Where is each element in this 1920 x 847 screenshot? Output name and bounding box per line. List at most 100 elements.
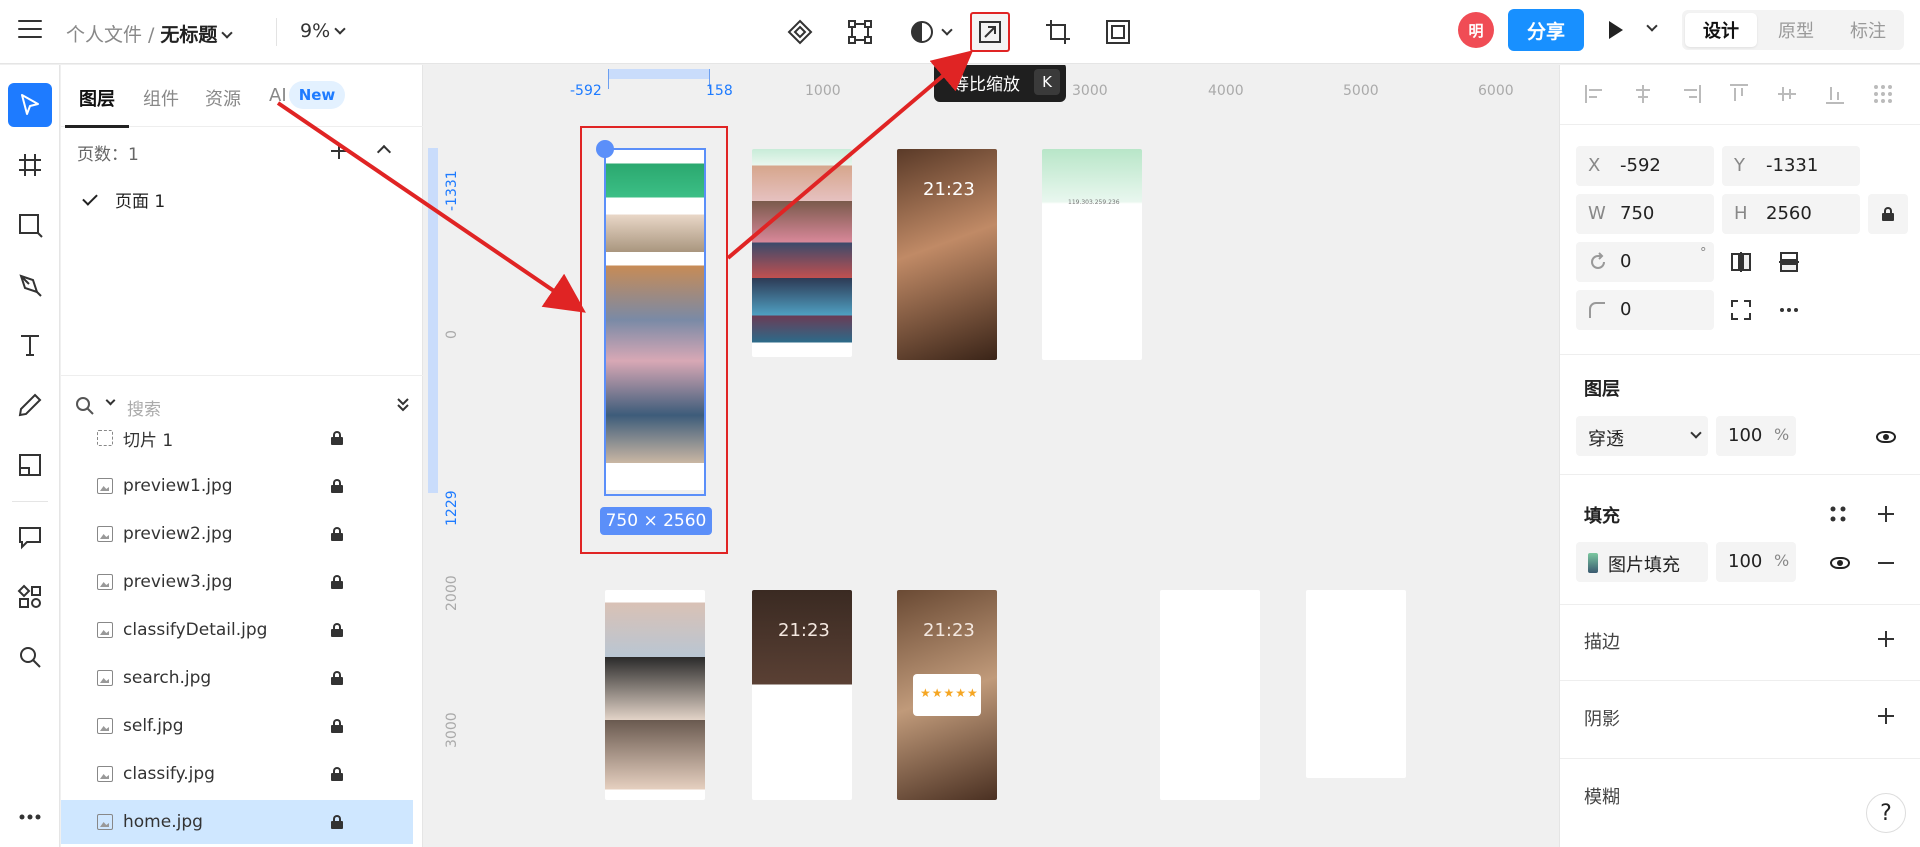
tab-design[interactable]: 设计 [1685, 13, 1757, 47]
layers-panel: 图层 组件 资源 AI New 页数：1 页面 1 搜索 切片 1 previe… [61, 65, 423, 847]
search-tool[interactable] [8, 635, 52, 679]
pen-tool[interactable] [8, 263, 52, 307]
classify-thumbnail[interactable] [752, 149, 852, 357]
pencil-tool[interactable] [8, 383, 52, 427]
frame-rail-tool[interactable] [8, 143, 52, 187]
classifyDetail-thumbnail[interactable] [605, 590, 705, 800]
constrain-proportions-button[interactable] [1868, 194, 1908, 234]
plugins-tool[interactable] [8, 575, 52, 619]
lock-icon[interactable] [331, 623, 343, 637]
chevron-up-icon[interactable] [376, 144, 392, 160]
remove-fill-icon[interactable] [1878, 562, 1894, 564]
preview-play-button[interactable] [1606, 19, 1660, 43]
rotate-icon [1591, 252, 1605, 269]
corner-radius-field[interactable]: 0 [1576, 290, 1714, 330]
select-tool[interactable] [8, 83, 52, 127]
tab-assets[interactable]: 资源 [205, 85, 241, 111]
scale-tool-button[interactable] [970, 12, 1010, 52]
layer-name: classifyDetail.jpg [123, 620, 268, 640]
more-dots-icon[interactable] [1778, 299, 1800, 321]
layer-row-selected[interactable]: home.jpg [61, 800, 413, 844]
tab-annotation[interactable]: 标注 [1832, 10, 1904, 50]
zoom-dropdown[interactable]: 9% [300, 20, 346, 42]
align-center-h-icon[interactable] [1632, 83, 1654, 105]
align-right-icon[interactable] [1680, 83, 1702, 105]
slice-tool[interactable] [8, 443, 52, 487]
lock-icon[interactable] [331, 479, 343, 493]
lock-icon[interactable] [331, 431, 343, 445]
lock-icon[interactable] [331, 527, 343, 541]
tab-layers[interactable]: 图层 [79, 85, 115, 111]
preview1-thumbnail[interactable]: 21:23 [897, 149, 997, 360]
layer-row[interactable]: classify.jpg [61, 752, 413, 796]
preview2-thumbnail[interactable]: 21:23 [752, 590, 852, 800]
frame-tool[interactable] [1098, 12, 1138, 52]
align-left-icon[interactable] [1584, 83, 1606, 105]
rotation-field[interactable]: 0 ° [1576, 242, 1714, 282]
fill-opacity-field[interactable]: 100 % [1716, 542, 1796, 582]
crop-tool[interactable] [1038, 12, 1078, 52]
flip-horizontal-icon[interactable] [1730, 251, 1752, 273]
vector-edit-tool[interactable] [840, 12, 880, 52]
self-thumbnail[interactable]: 119.303.259.236 [1042, 149, 1142, 360]
layer-row[interactable]: preview3.jpg [61, 560, 413, 604]
rectangle-tool[interactable] [8, 203, 52, 247]
lock-icon[interactable] [331, 719, 343, 733]
menu-icon[interactable] [18, 20, 42, 40]
search-thumbnail[interactable] [1160, 590, 1260, 800]
help-button[interactable]: ? [1866, 793, 1906, 833]
mask-dropdown[interactable] [900, 12, 960, 52]
width-field[interactable]: W 750 [1576, 194, 1714, 234]
tab-components[interactable]: 组件 [143, 85, 179, 111]
fill-styles-icon[interactable] [1828, 504, 1848, 524]
layer-row[interactable]: search.jpg [61, 656, 413, 700]
height-field[interactable]: H 2560 [1722, 194, 1860, 234]
user-avatar[interactable]: 明 [1458, 12, 1494, 48]
x-position-field[interactable]: X -592 [1576, 146, 1714, 186]
blend-mode-select[interactable]: 穿透 [1576, 416, 1708, 456]
visibility-eye-icon[interactable] [1830, 557, 1850, 569]
text-tool[interactable] [8, 323, 52, 367]
add-page-icon[interactable] [329, 141, 349, 161]
add-fill-icon[interactable] [1876, 504, 1896, 524]
fill-type-field[interactable]: 图片填充 [1576, 542, 1708, 582]
share-button[interactable]: 分享 [1508, 9, 1584, 51]
more-tools-button[interactable] [8, 795, 52, 839]
cursor-arrow-icon [21, 94, 39, 115]
preview3-thumbnail[interactable]: 21:23 ★★★★★ [897, 590, 997, 800]
field-value: 100 [1728, 425, 1763, 446]
component-tool[interactable] [780, 12, 820, 52]
align-bottom-icon[interactable] [1824, 83, 1846, 105]
chevron-down-icon[interactable] [221, 27, 234, 39]
comment-tool[interactable] [8, 515, 52, 559]
tab-ai[interactable]: AI [269, 85, 287, 106]
lock-icon[interactable] [331, 767, 343, 781]
y-position-field[interactable]: Y -1331 [1722, 146, 1860, 186]
tab-prototype[interactable]: 原型 [1760, 10, 1832, 50]
layer-opacity-field[interactable]: 100 % [1716, 416, 1796, 456]
chevron-down-icon [941, 24, 953, 36]
layer-row[interactable]: classifyDetail.jpg [61, 608, 413, 652]
collapse-all-icon[interactable] [395, 397, 411, 413]
layer-row[interactable]: preview2.jpg [61, 512, 413, 556]
page-item[interactable]: 页面 1 [82, 187, 165, 212]
design-canvas[interactable]: -592 158 1000 3000 4000 5000 6000 -1331 … [424, 65, 1559, 847]
breadcrumb-parent[interactable]: 个人文件 [66, 24, 142, 46]
align-top-icon[interactable] [1728, 83, 1750, 105]
visibility-eye-icon[interactable] [1876, 431, 1896, 443]
layer-row[interactable]: 切片 1 [61, 416, 413, 460]
layer-row[interactable]: preview1.jpg [61, 464, 413, 508]
distribute-grid-icon[interactable] [1872, 83, 1894, 105]
lock-icon[interactable] [331, 671, 343, 685]
flip-vertical-icon[interactable] [1778, 251, 1800, 273]
align-center-v-icon[interactable] [1776, 83, 1798, 105]
add-stroke-icon[interactable] [1876, 629, 1896, 649]
layer-row[interactable]: self.jpg [61, 704, 413, 748]
independent-corners-icon[interactable] [1730, 299, 1752, 321]
document-title[interactable]: 无标题 [160, 24, 217, 46]
notice-thumbnail[interactable] [1306, 590, 1406, 778]
add-shadow-icon[interactable] [1876, 706, 1896, 726]
lock-icon[interactable] [331, 575, 343, 589]
lock-icon[interactable] [331, 815, 343, 829]
chevron-down-icon[interactable] [105, 395, 116, 406]
